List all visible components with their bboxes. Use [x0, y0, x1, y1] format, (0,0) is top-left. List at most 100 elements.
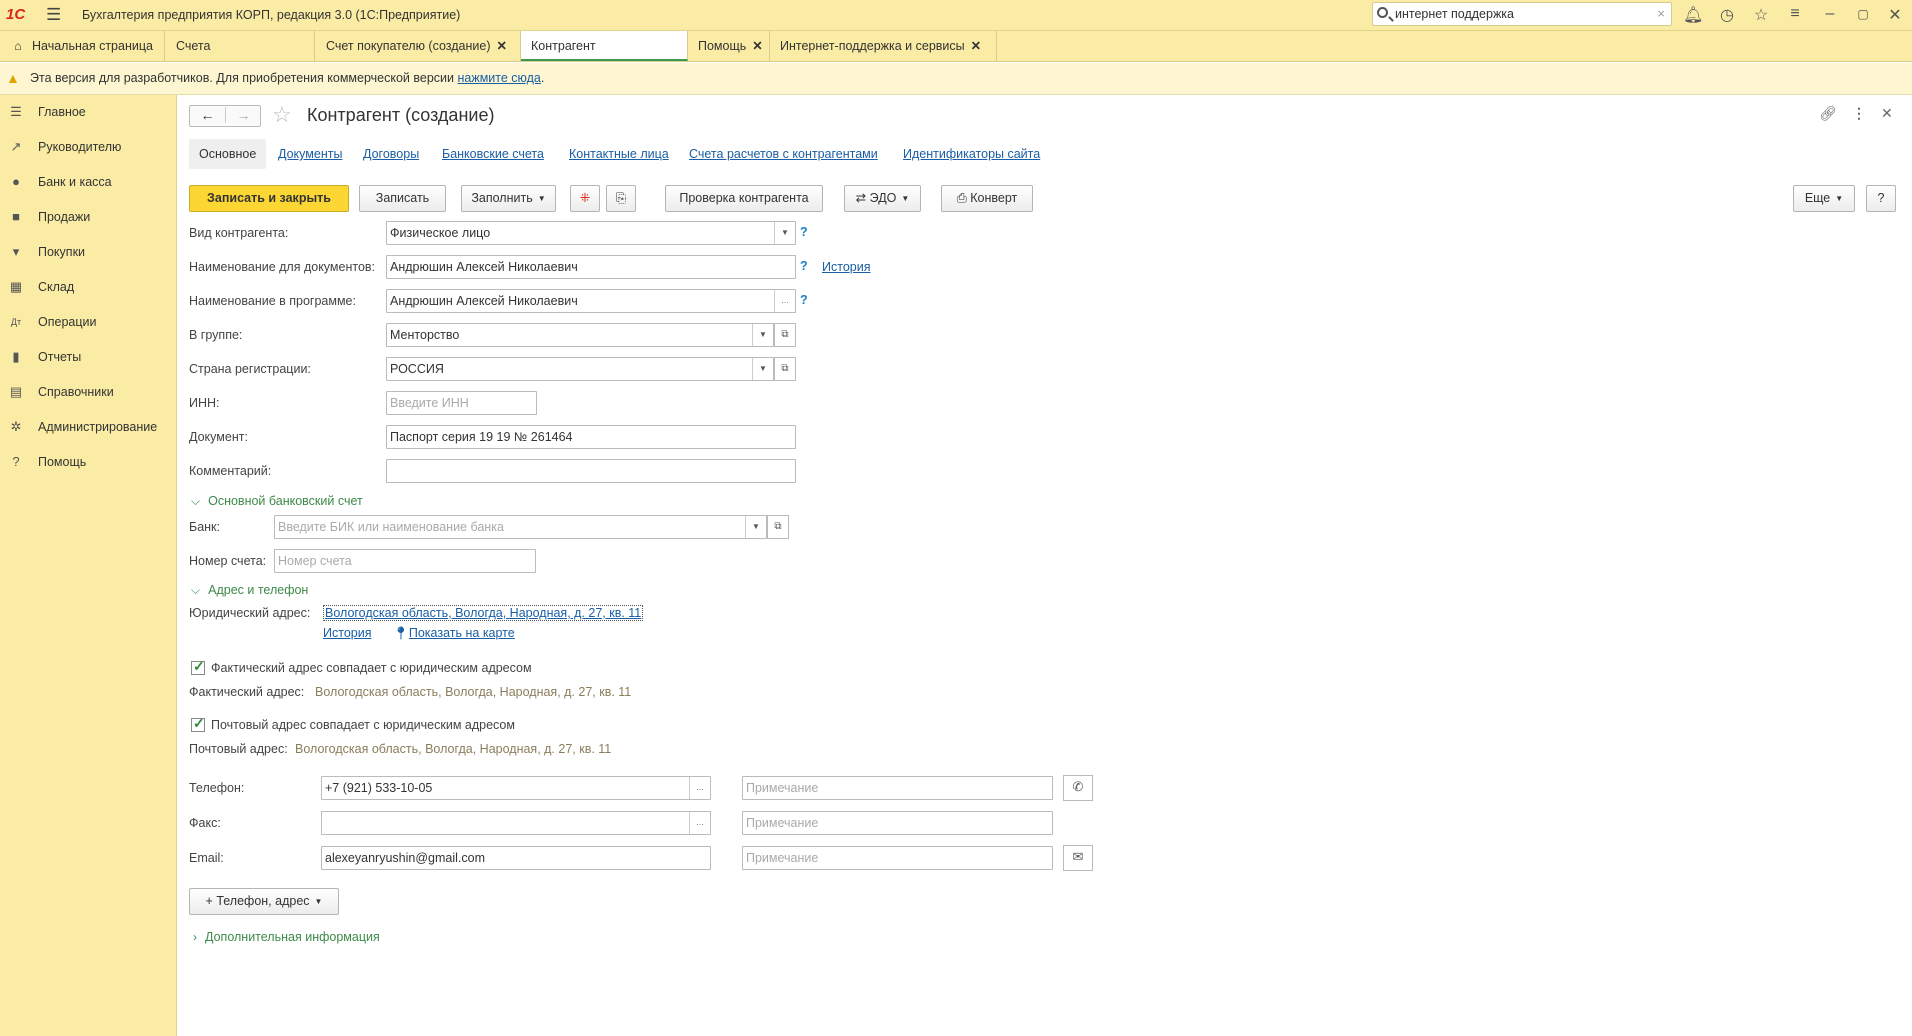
more-button[interactable]: Еще ▼ [1793, 185, 1855, 212]
close-window-icon[interactable]: ✕ [1885, 5, 1905, 25]
sidebar-item-operations[interactable]: Дт Операции [0, 307, 176, 337]
email-note-field[interactable]: Примечание [742, 846, 1053, 870]
dropdown-arrow-icon[interactable]: ▼ [774, 222, 795, 244]
fax-field[interactable]: … [321, 811, 711, 835]
ellipsis-icon[interactable]: … [689, 812, 710, 834]
save-button[interactable]: Записать [359, 185, 446, 212]
close-tab-icon[interactable]: ✕ [497, 39, 507, 53]
sidebar-item-director[interactable]: ↗ Руководителю [0, 132, 176, 162]
add-phone-address-button[interactable]: + Телефон, адрес ▼ [189, 888, 339, 915]
bell-icon[interactable]: 🔔︎ [1683, 5, 1703, 25]
address-section-toggle[interactable]: ⌵ Адрес и телефон [191, 583, 308, 598]
ellipsis-icon[interactable]: … [774, 290, 795, 312]
country-label: Страна регистрации: [189, 362, 311, 376]
subtab-site-identifiers[interactable]: Идентификаторы сайта [903, 147, 1040, 161]
address-history-link[interactable]: История [323, 626, 371, 640]
back-arrow-icon[interactable]: ← [190, 107, 226, 123]
phone-field[interactable]: +7 (921) 533-10-05… [321, 776, 711, 800]
ellipsis-icon[interactable]: … [689, 777, 710, 799]
sidebar-item-reports[interactable]: ▮ Отчеты [0, 342, 176, 372]
tab-invoices[interactable]: Счета покупателям✕ [166, 31, 315, 83]
subtab-contracts[interactable]: Договоры [363, 147, 419, 161]
dropdown-arrow-icon[interactable]: ▼ [745, 516, 766, 538]
send-email-icon[interactable]: ✉ [1063, 845, 1093, 871]
comment-label: Комментарий: [189, 464, 272, 478]
fill-button[interactable]: Заполнить ▼ [461, 185, 556, 212]
attach-button[interactable]: ⎘ [606, 185, 636, 212]
inn-field[interactable]: Введите ИНН [386, 391, 537, 415]
restore-icon[interactable]: ▢ [1853, 7, 1873, 21]
fax-note-field[interactable]: Примечание [742, 811, 1053, 835]
bank-field[interactable]: Введите БИК или наименование банка ▼ [274, 515, 767, 539]
postal-same-checkbox[interactable] [191, 715, 205, 732]
help-button[interactable]: ? [1866, 185, 1896, 212]
dropdown-arrow-icon[interactable]: ▼ [752, 324, 773, 346]
tab-home[interactable]: ⌂ Начальная страница [0, 31, 165, 61]
favorite-star-icon[interactable]: ☆ [272, 102, 292, 128]
forward-arrow-icon[interactable]: → [226, 107, 261, 123]
search-input[interactable] [1395, 6, 1645, 22]
prog-name-field[interactable]: Андрюшин Алексей Николаевич… [386, 289, 796, 313]
sidebar-item-catalogs[interactable]: ▤ Справочники [0, 377, 176, 407]
search-box[interactable]: × [1372, 2, 1672, 26]
tab-internet-support[interactable]: Интернет-поддержка и сервисы ✕ [770, 31, 997, 61]
main-menu-icon[interactable]: ☰ [46, 5, 61, 25]
subtab-documents[interactable]: Документы [278, 147, 342, 161]
document-field[interactable]: Паспорт серия 19 19 № 261464 [386, 425, 796, 449]
extra-info-section-toggle[interactable]: › Дополнительная информация [193, 930, 380, 944]
subtab-main[interactable]: Основное [189, 139, 267, 169]
sidebar-item-bank[interactable]: ● Банк и касса [0, 167, 176, 197]
check-counterparty-button[interactable]: Проверка контрагента [665, 185, 823, 212]
legal-address-link[interactable]: Вологодская область, Вологда, Народная, … [323, 605, 644, 621]
minimize-icon[interactable]: – [1820, 5, 1840, 23]
kind-help-icon[interactable]: ? [800, 225, 808, 239]
clear-icon[interactable]: × [1657, 6, 1665, 21]
dropdown-arrow-icon[interactable]: ▼ [752, 358, 773, 380]
sidebar-item-admin[interactable]: ✲ Администрирование [0, 412, 176, 442]
tab-counterparty-create[interactable]: Контрагент (создание)✕ [521, 31, 688, 83]
prog-name-help-icon[interactable]: ? [800, 293, 808, 307]
postal-address-label: Почтовый адрес: [189, 742, 288, 756]
bank-section-toggle[interactable]: ⌵ Основной банковский счет [191, 494, 363, 509]
subtab-settlement-accounts[interactable]: Счета расчетов с контрагентами [689, 147, 878, 161]
call-phone-icon[interactable]: ✆ [1063, 775, 1093, 801]
group-select[interactable]: Менторство ▼ [386, 323, 774, 347]
sidebar-item-help[interactable]: ? Помощь [0, 447, 176, 477]
close-tab-icon[interactable]: ✕ [971, 39, 981, 53]
comment-field[interactable] [386, 459, 796, 483]
kind-select[interactable]: Физическое лицо ▼ [386, 221, 796, 245]
open-bank-icon[interactable]: ⧉ [767, 515, 789, 539]
more-actions-icon[interactable]: ⋮ [1852, 105, 1866, 122]
sidebar-item-sales[interactable]: ■ Продажи [0, 202, 176, 232]
phone-note-field[interactable]: Примечание [742, 776, 1053, 800]
actual-same-checkbox[interactable] [191, 658, 205, 675]
close-form-icon[interactable]: ✕ [1881, 105, 1893, 122]
doc-name-field[interactable]: Андрюшин Алексей Николаевич [386, 255, 796, 279]
subtab-bank-accounts[interactable]: Банковские счета [442, 147, 544, 161]
section-title: Основной банковский счет [208, 494, 363, 508]
envelope-button[interactable]: ⎙ Конверт [941, 185, 1033, 212]
country-select[interactable]: РОССИЯ ▼ [386, 357, 774, 381]
save-and-close-button[interactable]: Записать и закрыть [189, 185, 349, 212]
open-country-icon[interactable]: ⧉ [774, 357, 796, 381]
account-field[interactable]: Номер счета [274, 549, 536, 573]
email-field[interactable]: alexeyanryushin@gmail.com [321, 846, 711, 870]
tab-invoice-create[interactable]: Счет покупателю (создание) ✕ [316, 31, 521, 61]
structure-icon-button[interactable]: ⁜ [570, 185, 600, 212]
sidebar-item-main[interactable]: ☰ Главное [0, 97, 176, 127]
doc-name-help-icon[interactable]: ? [800, 259, 808, 273]
purchase-link[interactable]: нажмите сюда [457, 71, 540, 85]
sidebar-item-purchases[interactable]: ▾ Покупки [0, 237, 176, 267]
edo-button[interactable]: ⇄ ЭДО ▼ [844, 185, 921, 212]
favorites-star-icon[interactable]: ☆ [1751, 5, 1771, 25]
settings-menu-icon[interactable]: ≡ [1785, 5, 1805, 23]
name-history-link[interactable]: История [822, 260, 870, 274]
sidebar-item-warehouse[interactable]: ▦ Склад [0, 272, 176, 302]
tab-help[interactable]: Помощь ✕ [688, 31, 770, 61]
show-map-link[interactable]: 📍︎Показать на карте [393, 626, 515, 641]
subtab-contact-persons[interactable]: Контактные лица [569, 147, 669, 161]
history-icon[interactable]: ◷ [1717, 5, 1737, 25]
open-group-icon[interactable]: ⧉ [774, 323, 796, 347]
close-tab-icon[interactable]: ✕ [752, 39, 762, 53]
link-icon[interactable]: 🔗︎ [1819, 105, 1837, 122]
